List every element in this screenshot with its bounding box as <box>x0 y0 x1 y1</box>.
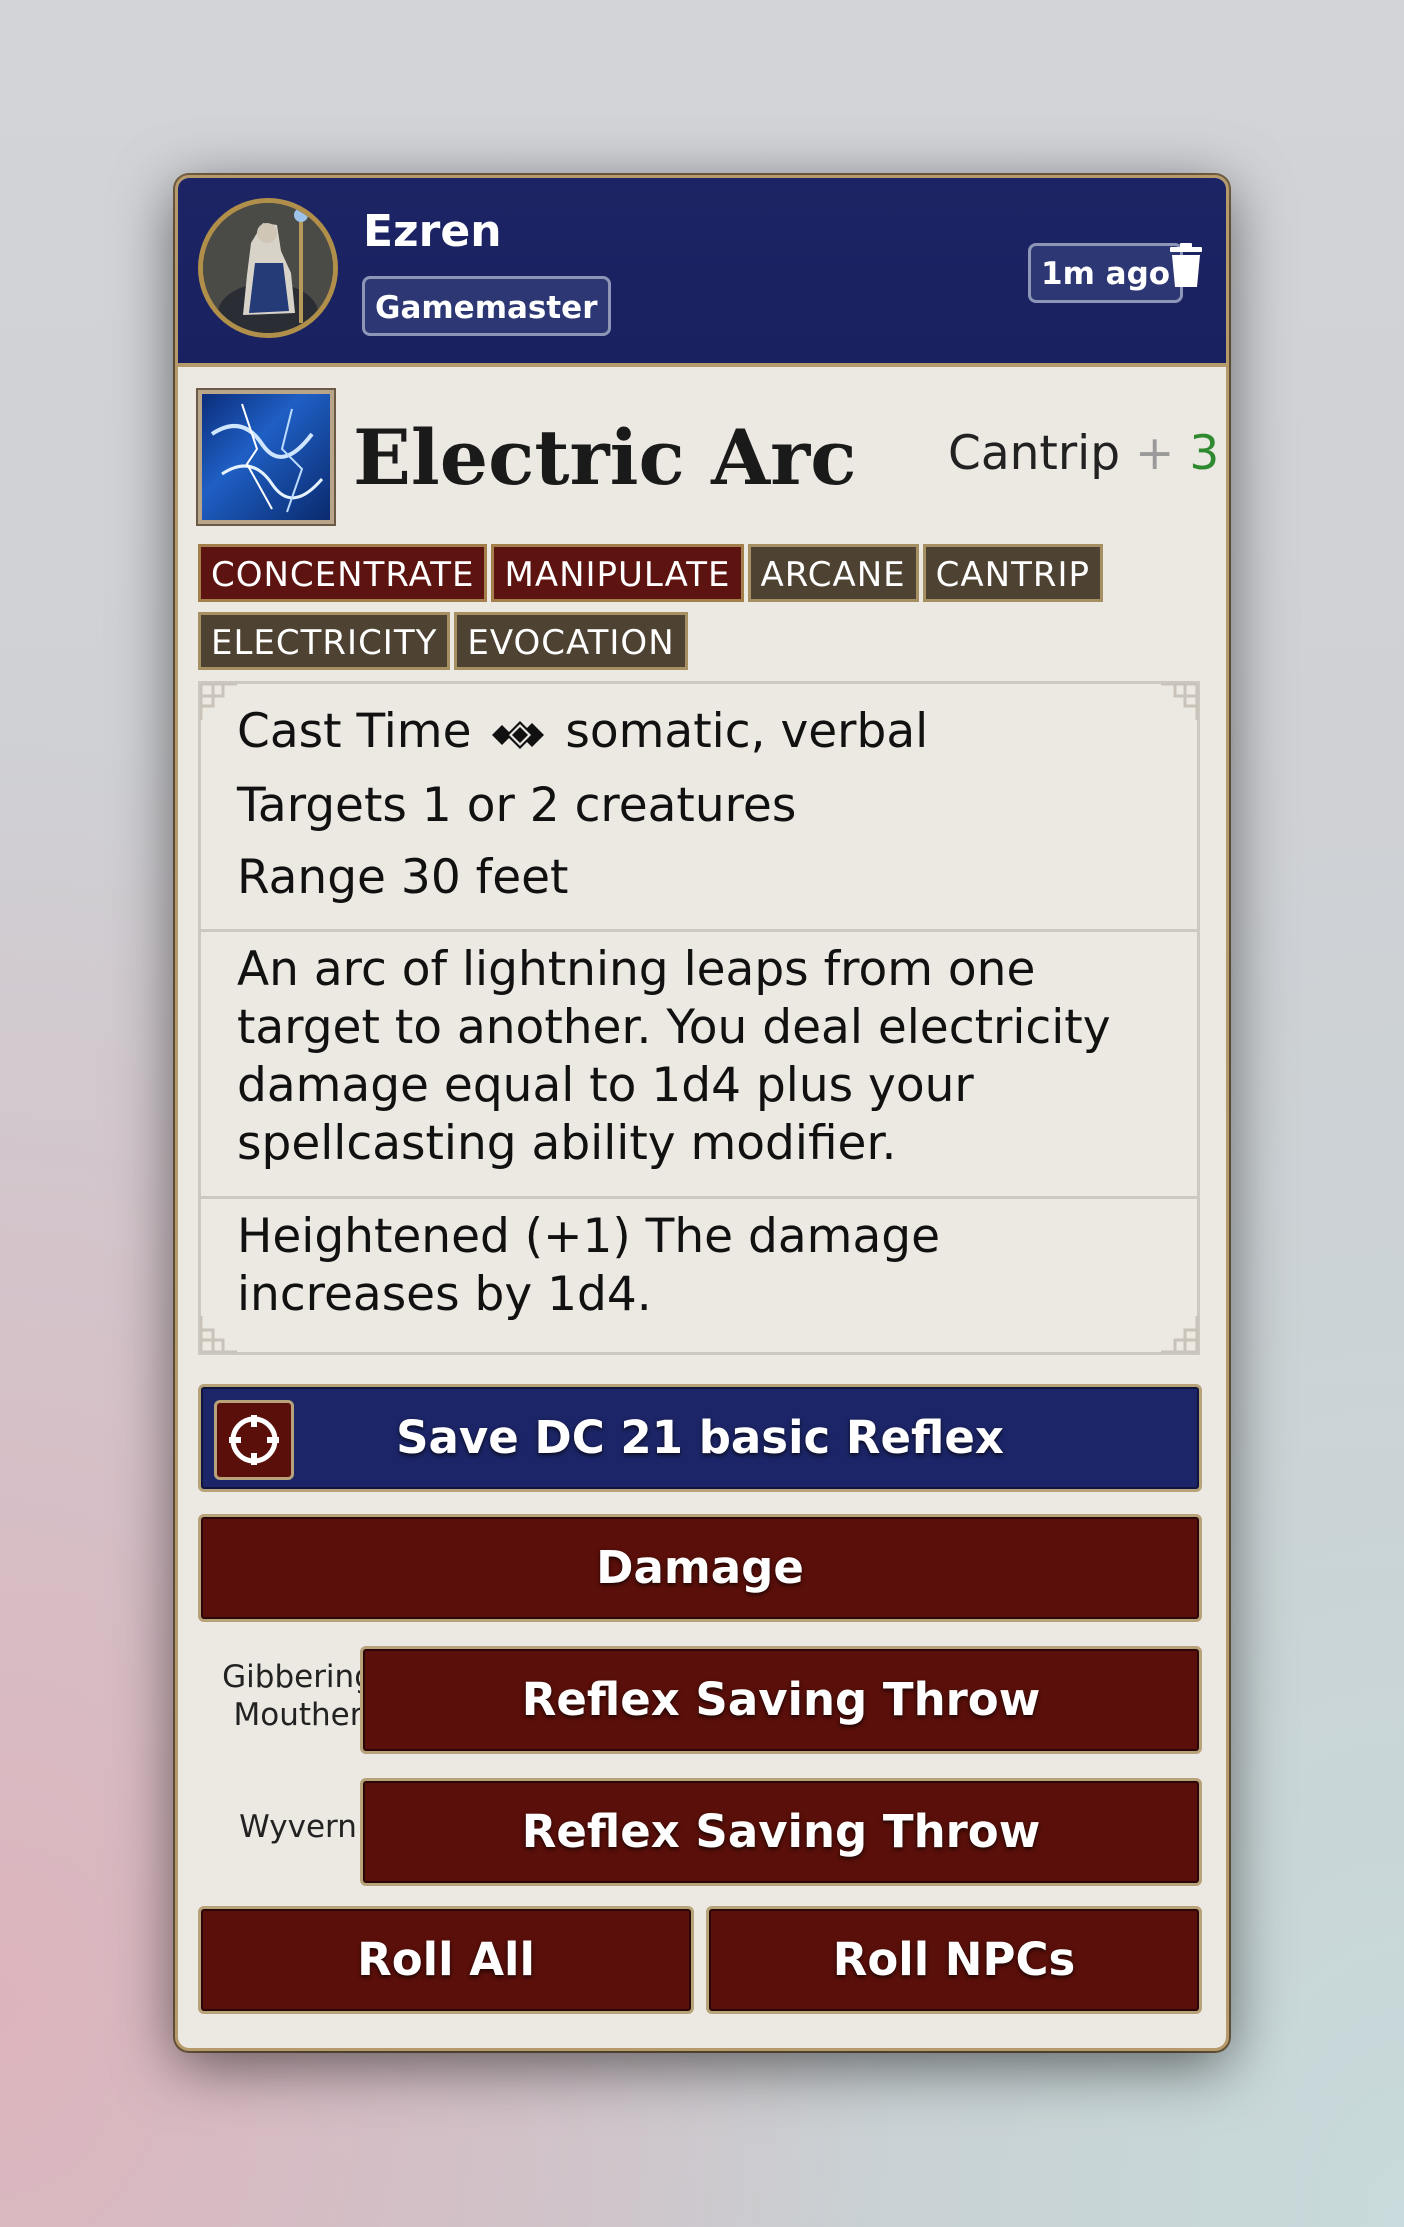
spell-details-panel: Cast Time somatic, verbal Targets 1 or 2… <box>198 681 1200 1355</box>
damage-button[interactable]: Damage <box>198 1514 1202 1622</box>
spell-level-separator: + <box>1135 426 1175 481</box>
targets-row: Targets 1 or 2 creatures <box>237 778 796 833</box>
spell-image <box>196 388 336 526</box>
spell-description: An arc of lightning leaps from one targe… <box>237 942 1111 1171</box>
roll-all-button[interactable]: Roll All <box>198 1906 694 2014</box>
speaker-name: Ezren <box>363 206 502 257</box>
timestamp-badge: 1m ago <box>1028 243 1184 303</box>
divider <box>201 929 1197 932</box>
trait-list: CONCENTRATE MANIPULATE ARCANE CANTRIP ELECTR… <box>198 544 1208 680</box>
trash-icon[interactable] <box>1168 243 1204 289</box>
save-dc-button[interactable]: Save DC 21 basic Reflex <box>198 1384 1202 1492</box>
range-row: Range 30 feet <box>237 850 568 905</box>
roll-npcs-button[interactable]: Roll NPCs <box>706 1906 1202 2014</box>
cast-time-label: Cast Time <box>237 704 472 759</box>
speaker-avatar[interactable] <box>198 198 338 338</box>
trait-tag[interactable]: ARCANE <box>747 544 919 602</box>
spell-level-number: 3 <box>1189 426 1220 481</box>
targets-value: 1 or 2 creatures <box>421 778 797 833</box>
trait-tag[interactable]: ELECTRICITY <box>198 612 451 670</box>
targets-label: Targets <box>237 778 407 833</box>
corner-ornament <box>199 1316 237 1354</box>
save-dc-label: Save DC 21 basic Reflex <box>396 1411 1004 1464</box>
two-actions-icon <box>492 720 545 749</box>
corner-ornament <box>199 682 237 720</box>
target-icon <box>229 1415 279 1465</box>
trait-tag[interactable]: CANTRIP <box>922 544 1103 602</box>
range-value: 30 feet <box>400 850 569 905</box>
trait-tag[interactable]: EVOCATION <box>454 612 688 670</box>
target-toggle[interactable] <box>214 1400 294 1480</box>
spell-level: Cantrip + 3 <box>948 426 1219 481</box>
corner-ornament <box>1161 682 1199 720</box>
reflex-save-button[interactable]: Reflex Saving Throw <box>360 1646 1202 1754</box>
cast-time-value: somatic, verbal <box>565 704 929 759</box>
heightened-label: Heightened (+1) <box>237 1209 631 1264</box>
role-badge: Gamemaster <box>362 276 611 336</box>
trait-tag[interactable]: CONCENTRATE <box>198 544 488 602</box>
range-label: Range <box>237 850 386 905</box>
message-header: Ezren Gamemaster 1m ago <box>178 178 1226 367</box>
divider <box>201 1196 1197 1199</box>
heightened-entry: Heightened (+1) The damage increases by … <box>237 1208 1177 1324</box>
cast-time-row: Cast Time somatic, verbal <box>237 704 928 759</box>
spell-level-type: Cantrip <box>948 426 1121 481</box>
spell-title[interactable]: Electric Arc <box>353 413 856 502</box>
reflex-save-button[interactable]: Reflex Saving Throw <box>360 1778 1202 1886</box>
chat-message-card: Ezren Gamemaster 1m ago Electric Arc Can… <box>175 175 1229 2051</box>
trait-tag[interactable]: MANIPULATE <box>491 544 744 602</box>
